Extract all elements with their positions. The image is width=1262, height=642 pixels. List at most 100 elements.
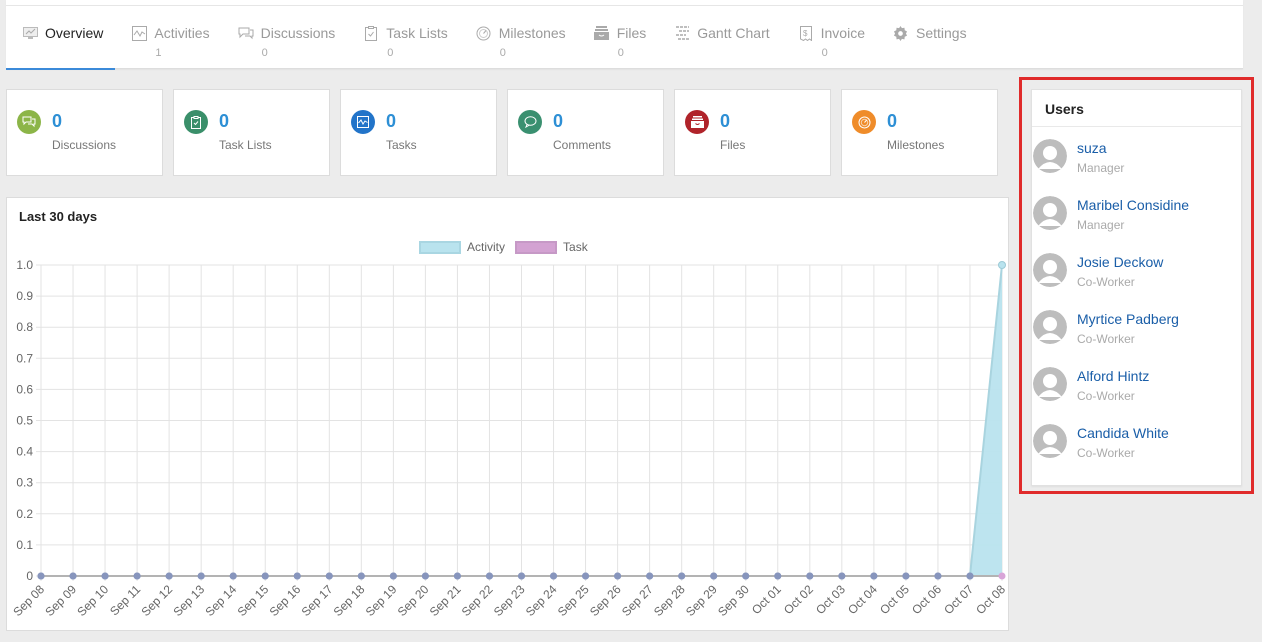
- data-point-task: [710, 572, 718, 580]
- activity-chart-card: Last 30 days Activity Task 0 0.1 0.2 0.3 0.4…: [6, 197, 1009, 631]
- x-tick-label: Sep 10: [74, 582, 111, 619]
- tab-invoice[interactable]: $ Invoice 0: [782, 22, 877, 69]
- user-name[interactable]: Candida White: [1077, 425, 1169, 441]
- tab-task-lists[interactable]: Task Lists 0: [347, 22, 459, 69]
- x-tick-label: Sep 13: [170, 582, 207, 619]
- tab-label: Discussions: [260, 25, 336, 41]
- user-list-item[interactable]: Candida White Co-Worker: [1032, 424, 1241, 481]
- tab-discussions[interactable]: Discussions 0: [222, 22, 348, 69]
- stat-card-tasks[interactable]: 0 Tasks: [340, 89, 497, 176]
- stat-value: 0: [887, 111, 898, 131]
- data-point-task: [934, 572, 942, 580]
- stat-card-files[interactable]: 0 Files: [674, 89, 831, 176]
- gauge-icon: [476, 25, 492, 41]
- invoice-icon: $: [798, 25, 814, 41]
- tab-count: 0: [261, 47, 268, 59]
- tab-label: Milestones: [498, 25, 566, 41]
- user-role: Co-Worker: [1077, 389, 1135, 403]
- chat-icon: [238, 25, 254, 41]
- data-point-activity: [998, 261, 1006, 269]
- data-point-task: [165, 572, 173, 580]
- tab-files[interactable]: Files 0: [578, 22, 659, 69]
- tab-count: 0: [617, 47, 624, 59]
- x-tick-label: Sep 12: [138, 582, 175, 619]
- archive-box-icon: [594, 25, 610, 41]
- stat-card-milestones[interactable]: 0 Milestones: [841, 89, 998, 176]
- y-tick-label: 0.5: [16, 414, 33, 428]
- stat-label: Milestones: [887, 138, 945, 152]
- tab-milestones[interactable]: Milestones 0: [460, 22, 578, 69]
- x-tick-label: Sep 25: [555, 582, 592, 619]
- tab-count: 0: [499, 47, 506, 59]
- user-name[interactable]: Alford Hintz: [1077, 368, 1149, 384]
- users-panel-title: Users: [1032, 90, 1241, 127]
- data-point-task: [614, 572, 622, 580]
- data-point-task: [261, 572, 269, 580]
- x-tick-label: Sep 26: [587, 582, 624, 619]
- stat-label: Tasks: [386, 138, 417, 152]
- users-panel: Users suza Manager Maribel Considine Manage…: [1031, 89, 1242, 486]
- user-list-item[interactable]: Alford Hintz Co-Worker: [1032, 367, 1241, 424]
- monitor-chart-icon: [22, 25, 38, 41]
- x-tick-label: Oct 08: [973, 582, 1008, 617]
- avatar[interactable]: [1033, 139, 1067, 173]
- tab-overview[interactable]: Overview: [6, 22, 116, 70]
- tab-count: 1: [155, 47, 162, 59]
- data-point-task: [69, 572, 77, 580]
- gear-icon: [893, 25, 909, 41]
- avatar[interactable]: [1033, 424, 1067, 458]
- tab-label: Overview: [45, 25, 104, 41]
- data-point-task: [389, 572, 397, 580]
- stat-label: Comments: [553, 138, 612, 152]
- avatar[interactable]: [1033, 367, 1067, 401]
- tab-label: Files: [616, 25, 647, 41]
- y-tick-label: 0.9: [16, 289, 33, 303]
- x-tick-label: Sep 29: [683, 582, 720, 619]
- user-list-item[interactable]: Maribel Considine Manager: [1032, 196, 1241, 253]
- user-name[interactable]: Myrtice Padberg: [1077, 311, 1179, 327]
- x-tick-label: Sep 08: [10, 582, 47, 619]
- avatar[interactable]: [1033, 196, 1067, 230]
- user-role: Co-Worker: [1077, 332, 1135, 346]
- tab-settings[interactable]: Settings: [877, 22, 979, 69]
- stat-card-task-lists[interactable]: 0 Task Lists: [173, 89, 330, 176]
- y-tick-label: 0.6: [16, 382, 33, 396]
- user-list-item[interactable]: Josie Deckow Co-Worker: [1032, 253, 1241, 310]
- gantt-icon: [674, 25, 690, 41]
- y-tick-label: 0.7: [16, 351, 33, 365]
- user-list-item[interactable]: suza Manager: [1032, 139, 1241, 196]
- data-point-task: [453, 572, 461, 580]
- user-name[interactable]: suza: [1077, 140, 1107, 156]
- data-point-task: [197, 572, 205, 580]
- tab-label: Settings: [915, 25, 967, 41]
- stat-card-comments[interactable]: 0 Comments: [507, 89, 664, 176]
- data-point-task: [774, 572, 782, 580]
- data-point-task: [742, 572, 750, 580]
- x-tick-label: Sep 19: [363, 582, 400, 619]
- x-tick-label: Oct 02: [781, 582, 816, 617]
- data-point-task: [518, 572, 525, 580]
- user-role: Manager: [1077, 218, 1125, 232]
- tab-count: 0: [821, 47, 828, 59]
- user-role: Co-Worker: [1077, 446, 1135, 460]
- stat-value: 0: [52, 111, 63, 131]
- user-list-item[interactable]: Myrtice Padberg Co-Worker: [1032, 310, 1241, 367]
- stat-label: Discussions: [52, 138, 117, 152]
- chat-icon: [17, 110, 41, 134]
- data-point-task: [646, 572, 654, 580]
- tab-gantt-chart[interactable]: Gantt Chart: [658, 22, 781, 69]
- stat-label: Task Lists: [219, 138, 272, 152]
- data-point-task: [678, 572, 686, 580]
- y-tick-label: 0.3: [16, 476, 33, 490]
- user-name[interactable]: Josie Deckow: [1077, 254, 1163, 270]
- line-chart: 00.10.20.30.40.50.60.70.80.91.0 Sep 08Se…: [10, 258, 1008, 619]
- data-point-task: [998, 572, 1006, 580]
- avatar[interactable]: [1033, 253, 1067, 287]
- stat-card-discussions[interactable]: 0 Discussions: [6, 89, 163, 176]
- avatar[interactable]: [1033, 310, 1067, 344]
- user-name[interactable]: Maribel Considine: [1077, 197, 1189, 213]
- tab-activities[interactable]: Activities 1: [115, 22, 221, 69]
- x-tick-label: Oct 04: [845, 582, 880, 617]
- y-tick-label: 1.0: [16, 258, 33, 272]
- x-tick-label: Sep 20: [395, 582, 432, 619]
